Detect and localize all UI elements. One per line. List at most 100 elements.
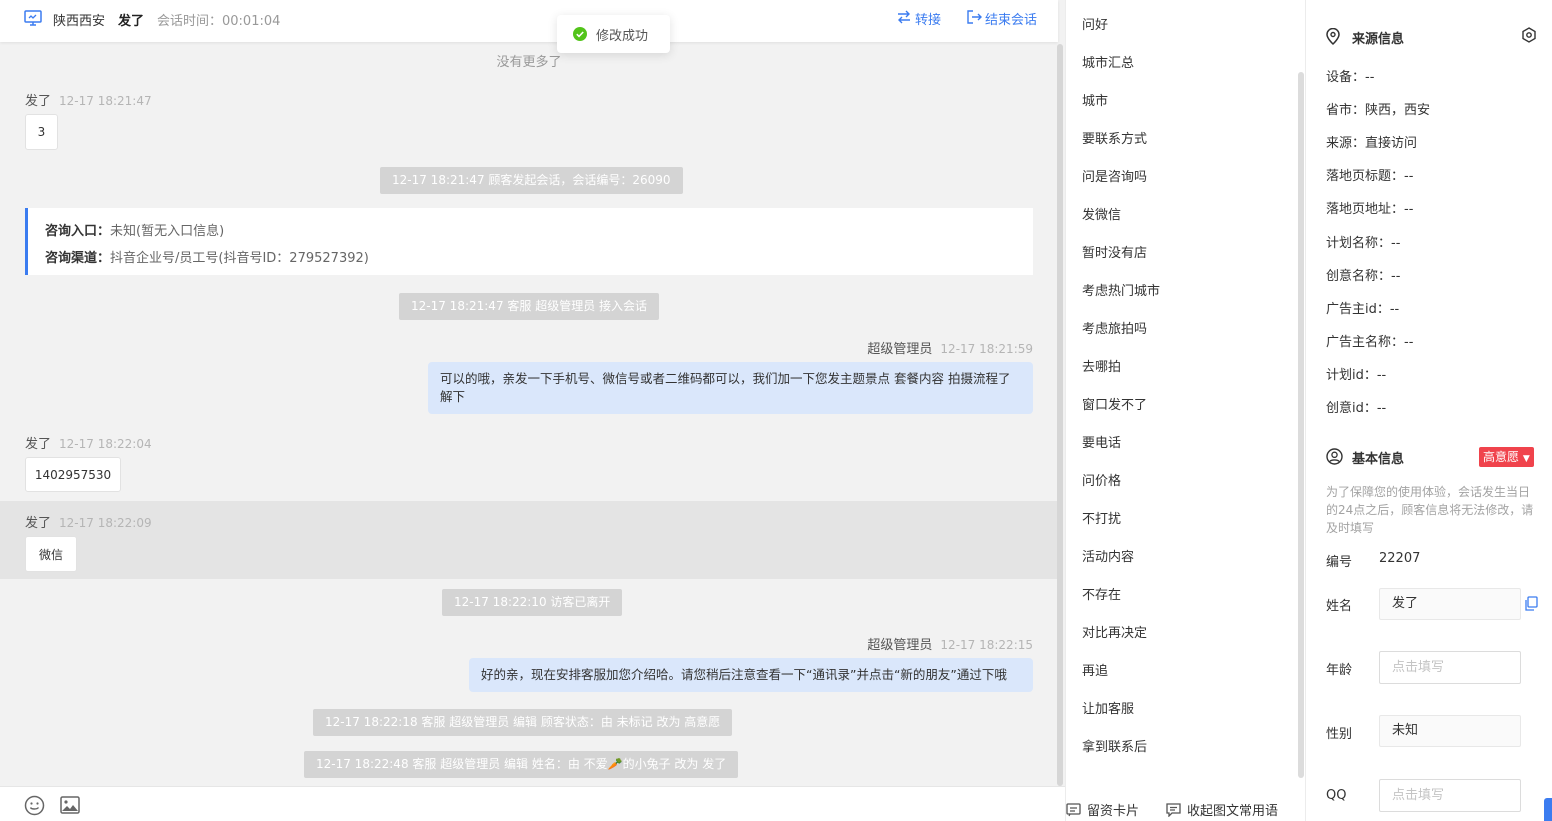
- settings-icon[interactable]: [1521, 27, 1537, 47]
- image-icon[interactable]: [60, 796, 80, 818]
- edit-notice: 为了保障您的使用体验，会话发生当日的24点之后，顾客信息将无法修改，请及时填写: [1326, 485, 1534, 535]
- phrase-item[interactable]: 暂时没有店: [1082, 242, 1147, 261]
- consult-entry-label: 咨询入口：: [45, 224, 111, 239]
- emoji-icon[interactable]: [24, 795, 45, 820]
- consult-channel-label: 咨询渠道：: [45, 251, 111, 266]
- phrase-item[interactable]: 考虑热门城市: [1082, 280, 1160, 299]
- phrase-item[interactable]: 要电话: [1082, 432, 1121, 451]
- visitor-message-bubble: 1402957530: [25, 457, 121, 492]
- sender-name: 超级管理员: [867, 638, 933, 653]
- message-meta: 超级管理员 12-17 18:22:15: [867, 634, 1033, 653]
- session-duration: 会话时间：00:01:04: [157, 14, 281, 29]
- copy-icon[interactable]: [1524, 596, 1538, 615]
- source-info-item: 计划名称：--: [1326, 235, 1401, 251]
- message-list[interactable]: 没有更多了 发了 12-17 18:21:47 3 12-17 18:21:47 …: [0, 42, 1058, 786]
- phrase-item[interactable]: 让加客服: [1082, 698, 1134, 717]
- phrase-scrollbar[interactable]: [1298, 72, 1304, 778]
- system-notice: 12-17 18:22:48 客服 超级管理员 编辑 姓名：由 不爱🥕的小兔子 …: [304, 751, 739, 778]
- system-notice: 12-17 18:21:47 顾客发起会话，会话编号：26090: [380, 167, 683, 194]
- transfer-button[interactable]: 转接: [896, 9, 941, 28]
- agent-message-bubble: 好的亲，现在安排客服加您介绍哈。请您稍后注意查看一下“通讯录”并点击“新的朋友”…: [469, 658, 1033, 692]
- lead-card-label: 留资卡片: [1087, 804, 1140, 819]
- phrase-item[interactable]: 问价格: [1082, 470, 1121, 489]
- visitor-message-bubble: 3: [25, 114, 58, 150]
- gender-label: 性别: [1326, 727, 1353, 742]
- basic-info-title: 基本信息: [1352, 452, 1405, 467]
- success-toast: 修改成功: [557, 15, 670, 53]
- phrase-item[interactable]: 问是咨询吗: [1082, 166, 1147, 185]
- message-icon: [1166, 802, 1181, 817]
- qq-label: QQ: [1326, 788, 1347, 803]
- sender-name: 超级管理员: [867, 342, 933, 357]
- message-meta: 发了 12-17 18:21:47: [25, 90, 152, 109]
- source-info-item: 省市：陕西，西安: [1326, 103, 1431, 119]
- consult-info-card: 咨询入口：未知(暂无入口信息) 咨询渠道：抖音企业号/员工号(抖音号ID：279…: [25, 208, 1033, 275]
- message-meta: 发了 12-17 18:22:09: [25, 512, 152, 531]
- name-label: 姓名: [1326, 599, 1353, 614]
- lead-card-button[interactable]: 留资卡片: [1066, 800, 1139, 819]
- phrase-item[interactable]: 要联系方式: [1082, 128, 1147, 147]
- monitor-icon: [24, 10, 42, 30]
- phrase-item[interactable]: 城市汇总: [1082, 52, 1134, 71]
- consult-channel-value: 抖音企业号/员工号(抖音号ID：279527392): [110, 251, 369, 266]
- phrase-item[interactable]: 活动内容: [1082, 546, 1134, 565]
- input-toolbar: [0, 786, 1065, 821]
- customer-info-panel: 来源信息 设备：-- 省市：陕西，西安 来源：直接访问 落地页标题：-- 落地页地址：-…: [1305, 0, 1552, 821]
- message-time: 12-17 18:21:47: [59, 94, 152, 108]
- check-circle-icon: [573, 27, 587, 41]
- system-notice: 12-17 18:22:18 客服 超级管理员 编辑 顾客状态：由 未标记 改为…: [313, 709, 733, 736]
- phrase-item[interactable]: 发微信: [1082, 204, 1121, 223]
- phrase-item[interactable]: 拿到联系后: [1082, 736, 1147, 755]
- transfer-icon: [896, 10, 912, 28]
- collapse-phrases-label: 收起图文常用语: [1187, 804, 1279, 819]
- location-pin-icon: [1326, 27, 1340, 49]
- phrase-item[interactable]: 再追: [1082, 660, 1108, 679]
- visitor-message-bubble: 微信: [25, 536, 77, 572]
- chat-header: 陕西西安 发了 会话时间：00:01:04 转接 结束会话: [0, 0, 1058, 42]
- caret-down-icon: ▼: [1522, 454, 1530, 464]
- source-info-item: 来源：直接访问: [1326, 136, 1418, 152]
- collapse-phrases-button[interactable]: 收起图文常用语: [1166, 800, 1278, 819]
- highlighted-message-row: [0, 501, 1058, 579]
- sender-name: 发了: [25, 437, 52, 452]
- message-meta: 发了 12-17 18:22:04: [25, 433, 152, 452]
- name-field[interactable]: 发了: [1379, 588, 1521, 620]
- id-value: 22207: [1379, 551, 1421, 566]
- phrase-item[interactable]: 城市: [1082, 90, 1108, 109]
- end-session-button[interactable]: 结束会话: [966, 9, 1037, 28]
- intent-badge[interactable]: 高意愿 ▼: [1479, 447, 1534, 467]
- phrase-item[interactable]: 考虑旅拍吗: [1082, 318, 1147, 337]
- age-input[interactable]: [1379, 651, 1521, 684]
- chat-panel: 陕西西安 发了 会话时间：00:01:04 转接 结束会话 没有更多了 发了 12…: [0, 0, 1065, 821]
- agent-message-bubble: 可以的哦，亲发一下手机号、微信号或者二维码都可以，我们加一下您发主题景点 套餐内…: [428, 362, 1033, 414]
- gender-field[interactable]: 未知: [1379, 715, 1521, 747]
- card-icon: [1066, 802, 1081, 817]
- message-time: 12-17 18:22:15: [940, 638, 1033, 652]
- system-notice: 12-17 18:21:47 客服 超级管理员 接入会话: [399, 293, 660, 320]
- floating-tab[interactable]: [1544, 798, 1552, 821]
- phrase-item[interactable]: 不打扰: [1082, 508, 1121, 527]
- phrase-item[interactable]: 窗口发不了: [1082, 394, 1147, 413]
- transfer-label: 转接: [915, 13, 942, 28]
- logout-icon: [966, 9, 982, 28]
- quick-phrases-panel: 问好城市汇总城市要联系方式问是咨询吗发微信暂时没有店考虑热门城市 考虑旅拍吗去哪拍…: [1065, 0, 1305, 821]
- consult-channel-row: 咨询渠道：抖音企业号/员工号(抖音号ID：279527392): [45, 247, 369, 266]
- chat-scrollbar[interactable]: [1057, 44, 1063, 786]
- sender-name: 发了: [25, 516, 52, 531]
- source-info-item: 创意id：--: [1326, 401, 1387, 416]
- message-time: 12-17 18:21:59: [940, 342, 1033, 356]
- source-info-item: 广告主id：--: [1326, 301, 1400, 317]
- visitor-location: 陕西西安: [53, 14, 106, 29]
- sender-name: 发了: [25, 94, 52, 109]
- intent-badge-label: 高意愿: [1483, 450, 1520, 464]
- phrase-item[interactable]: 对比再决定: [1082, 622, 1147, 641]
- phrase-item[interactable]: 问好: [1082, 14, 1108, 33]
- message-time: 12-17 18:22:04: [59, 437, 152, 451]
- phrase-item[interactable]: 去哪拍: [1082, 356, 1121, 375]
- source-info-item: 设备：--: [1326, 70, 1375, 85]
- source-info-item: 广告主名称：--: [1326, 334, 1414, 350]
- qq-input[interactable]: [1379, 779, 1521, 812]
- source-info-item: 落地页地址：--: [1326, 202, 1414, 218]
- visitor-name: 发了: [118, 14, 145, 29]
- phrase-item[interactable]: 不存在: [1082, 584, 1121, 603]
